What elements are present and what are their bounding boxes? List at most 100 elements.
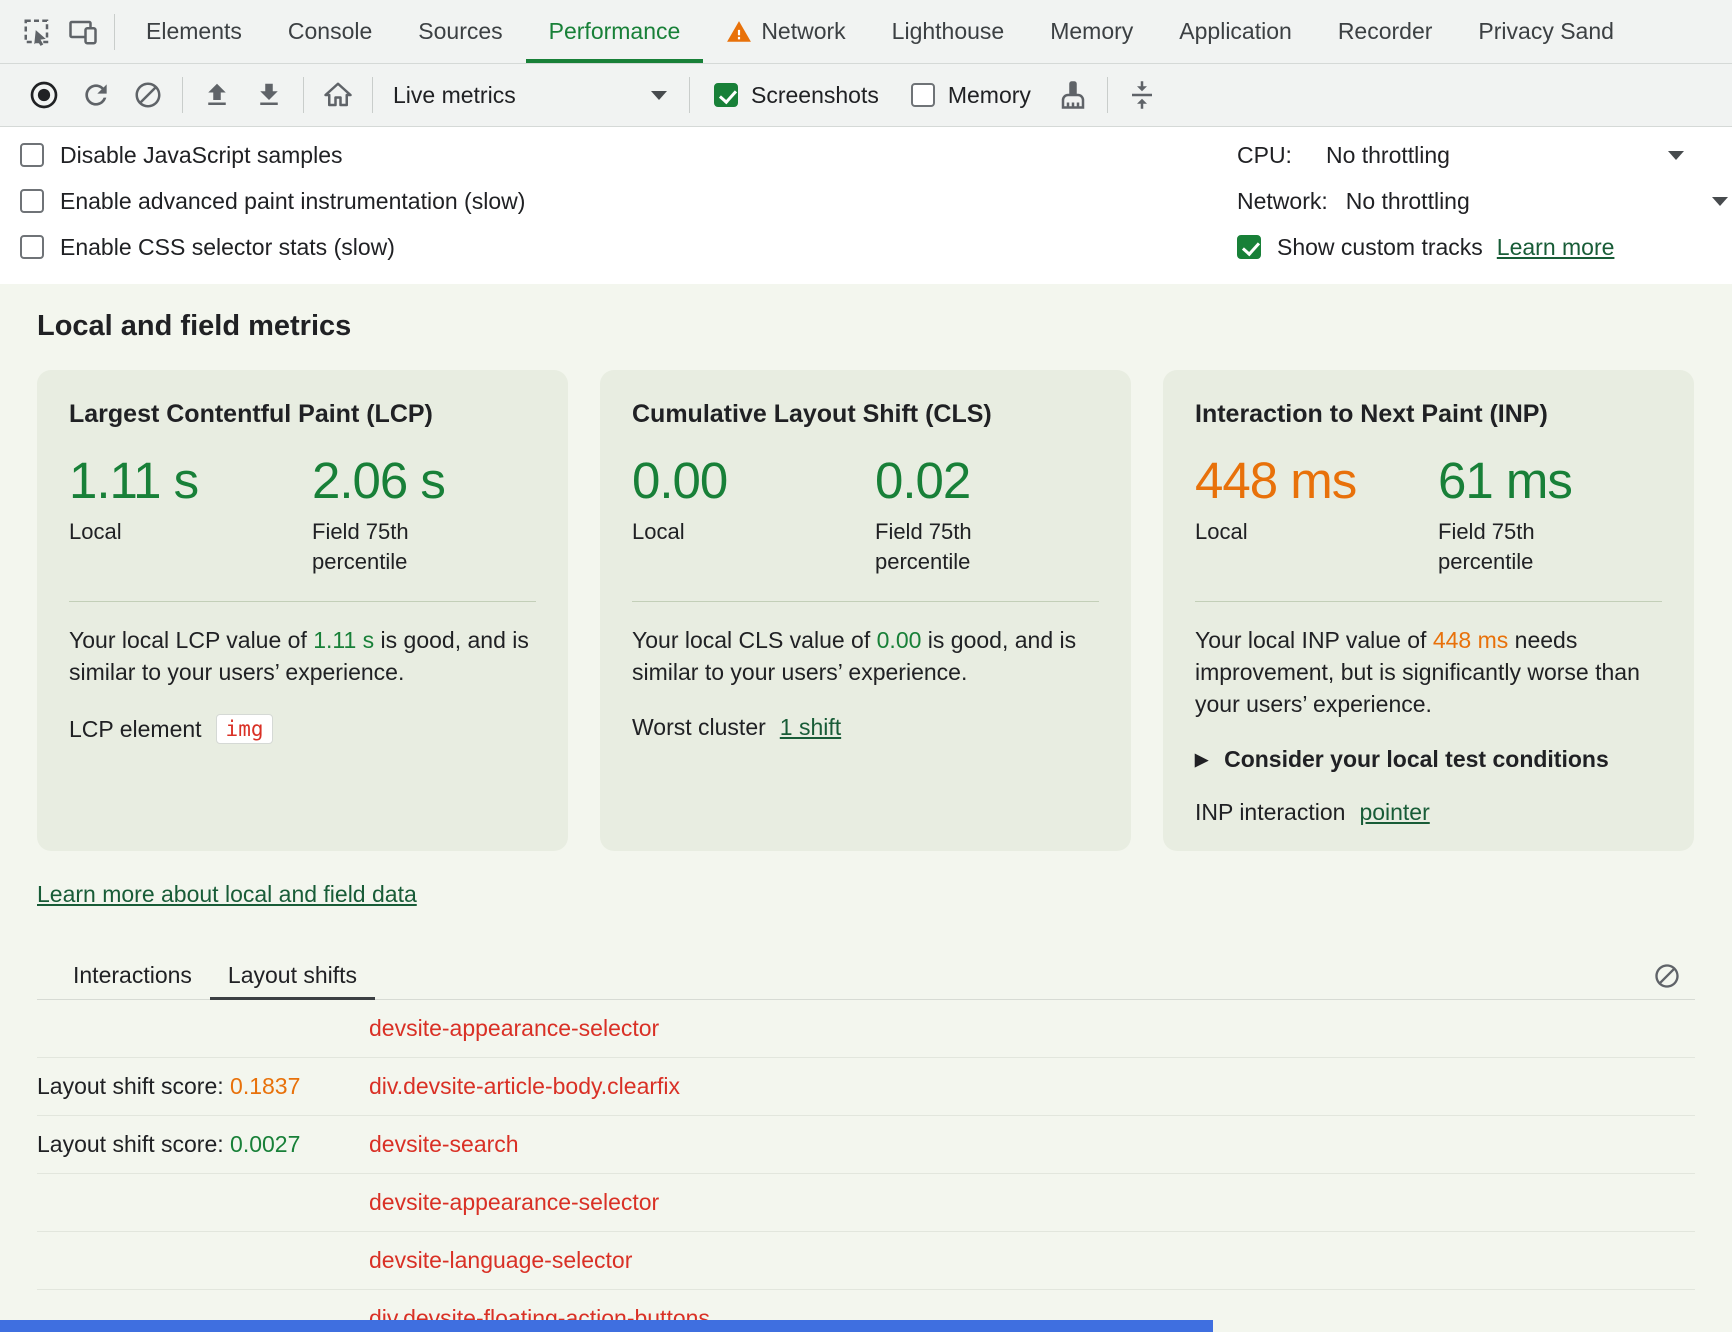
page-scroll-indicator-bar (0, 1320, 1213, 1332)
layout-shift-score: Layout shift score: 0.0027 (37, 1131, 369, 1158)
clear-profile-button[interactable] (122, 72, 174, 118)
lcp-field-value: 2.06 s (312, 453, 492, 509)
cpu-label: CPU: (1237, 142, 1292, 169)
tab-label: Lighthouse (892, 18, 1005, 45)
css-selector-stats-checkbox[interactable] (20, 235, 44, 259)
node-link[interactable]: devsite-appearance-selector (369, 1189, 659, 1215)
tab-console[interactable]: Console (265, 0, 395, 63)
lcp-element-node-link[interactable]: img (216, 714, 274, 744)
cpu-throttling-select[interactable]: CPU: No throttling (1237, 132, 1732, 178)
tab-elements[interactable]: Elements (123, 0, 265, 63)
inp-interaction-link[interactable]: pointer (1359, 799, 1429, 826)
advanced-paint-checkbox[interactable] (20, 189, 44, 213)
back-to-live-metrics-button[interactable] (312, 72, 364, 118)
download-icon (254, 80, 284, 110)
node-link[interactable]: devsite-language-selector (369, 1247, 632, 1273)
tab-label: Recorder (1338, 18, 1433, 45)
toggle-device-toolbar-button[interactable] (60, 0, 106, 63)
separator (303, 77, 304, 113)
layout-shift-row[interactable]: Layout shift score: 0.1837 div.devsite-a… (37, 1058, 1695, 1116)
tab-performance[interactable]: Performance (526, 0, 704, 63)
lcp-values: 1.11 s Local 2.06 s Field 75th percentil… (69, 453, 536, 577)
screenshots-label: Screenshots (751, 82, 879, 109)
tab-label: Console (288, 18, 372, 45)
tab-interactions[interactable]: Interactions (55, 952, 210, 1000)
field-label: Field 75th percentile (1438, 517, 1568, 577)
disclosure-label: Consider your local test conditions (1224, 746, 1609, 773)
score-label: Layout shift score: (37, 1131, 230, 1157)
vertical-align-center-icon (1127, 80, 1157, 110)
network-label: Network: (1237, 188, 1328, 215)
chevron-down-icon (1668, 151, 1684, 160)
disable-js-samples-label: Disable JavaScript samples (60, 142, 343, 169)
reload-and-record-button[interactable] (70, 72, 122, 118)
tab-label: Interactions (73, 962, 192, 989)
history-dropdown[interactable]: Live metrics (381, 73, 681, 117)
tab-lighthouse[interactable]: Lighthouse (869, 0, 1028, 63)
load-profile-button[interactable] (191, 72, 243, 118)
tab-application[interactable]: Application (1156, 0, 1315, 63)
tab-recorder[interactable]: Recorder (1315, 0, 1456, 63)
tab-layout-shifts[interactable]: Layout shifts (210, 952, 375, 1000)
record-button[interactable] (18, 72, 70, 118)
worst-cluster-link[interactable]: 1 shift (780, 714, 841, 741)
separator (689, 77, 690, 113)
garbage-collect-button[interactable] (1047, 72, 1099, 118)
network-throttling-value: No throttling (1346, 188, 1470, 215)
network-throttling-select[interactable]: Network: No throttling (1237, 178, 1732, 224)
cls-description: Your local CLS value of 0.00 is good, an… (632, 624, 1099, 688)
metric-cards: Largest Contentful Paint (LCP) 1.11 s Lo… (37, 370, 1695, 851)
page-title: Local and field metrics (37, 310, 1695, 344)
memory-checkbox[interactable] (911, 83, 935, 107)
save-profile-button[interactable] (243, 72, 295, 118)
local-label: Local (1195, 517, 1325, 547)
tab-sources[interactable]: Sources (395, 0, 525, 63)
show-custom-tracks-row[interactable]: Show custom tracks Learn more (1237, 224, 1732, 270)
divider (1195, 601, 1662, 602)
toggle-details-panel-button[interactable] (1116, 72, 1168, 118)
tab-memory[interactable]: Memory (1027, 0, 1156, 63)
inp-card: Interaction to Next Paint (INP) 448 ms L… (1163, 370, 1694, 851)
learn-more-link[interactable]: Learn more (1497, 234, 1615, 261)
memory-label: Memory (948, 82, 1031, 109)
learn-more-field-data-link[interactable]: Learn more about local and field data (37, 881, 417, 907)
tab-label: Memory (1050, 18, 1133, 45)
node-link[interactable]: devsite-appearance-selector (369, 1015, 659, 1041)
layout-shift-score: Layout shift score: 0.1837 (37, 1073, 369, 1100)
desc-value: 0.00 (877, 627, 922, 653)
desc-text: Your local CLS value of (632, 627, 877, 653)
cpu-throttling-value: No throttling (1326, 142, 1450, 169)
inp-interaction-row: INP interaction pointer (1195, 799, 1662, 826)
inp-field-value: 61 ms (1438, 453, 1618, 509)
tab-label: Privacy Sand (1478, 18, 1614, 45)
layout-shift-row[interactable]: Layout shift score: 0.0027 devsite-searc… (37, 1116, 1695, 1174)
screenshots-checkbox[interactable] (714, 83, 738, 107)
node-link[interactable]: devsite-search (369, 1131, 519, 1157)
tab-privacy-sandbox[interactable]: Privacy Sand (1455, 0, 1637, 63)
inspect-element-button[interactable] (14, 0, 60, 63)
screenshots-checkbox-row[interactable]: Screenshots (698, 82, 895, 109)
divider (69, 601, 536, 602)
disable-js-samples-checkbox[interactable] (20, 143, 44, 167)
layout-shift-row[interactable]: devsite-appearance-selector (37, 1174, 1695, 1232)
clear-log-button[interactable] (1645, 954, 1689, 998)
show-custom-tracks-checkbox[interactable] (1237, 235, 1261, 259)
node-link[interactable]: div.devsite-article-body.clearfix (369, 1073, 680, 1099)
separator (1107, 77, 1108, 113)
local-test-conditions-disclosure[interactable]: ▶ Consider your local test conditions (1195, 746, 1662, 773)
advanced-paint-label: Enable advanced paint instrumentation (s… (60, 188, 525, 215)
warning-icon (726, 19, 752, 45)
local-label: Local (69, 517, 199, 547)
layout-shift-row[interactable]: devsite-appearance-selector (37, 1000, 1695, 1058)
field-label: Field 75th percentile (875, 517, 1005, 577)
tab-label: Sources (418, 18, 502, 45)
tab-network[interactable]: Network (703, 0, 868, 63)
settings-right-column: CPU: No throttling Network: No throttlin… (1237, 132, 1732, 270)
history-dropdown-value: Live metrics (393, 82, 516, 109)
block-icon (133, 80, 163, 110)
memory-checkbox-row[interactable]: Memory (895, 82, 1047, 109)
inp-interaction-label: INP interaction (1195, 799, 1345, 826)
separator (182, 77, 183, 113)
layout-shift-row[interactable]: devsite-language-selector (37, 1232, 1695, 1290)
desc-text: Your local INP value of (1195, 627, 1433, 653)
